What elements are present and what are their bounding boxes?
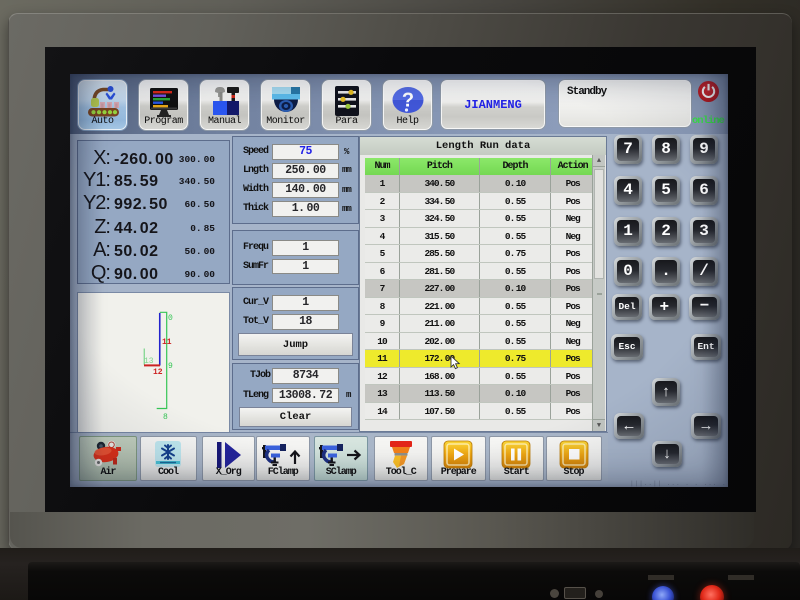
svg-text:0: 0 <box>168 314 173 323</box>
svg-text:12: 12 <box>153 368 163 377</box>
svg-text:8: 8 <box>163 413 168 422</box>
svg-text:11: 11 <box>162 338 172 347</box>
svg-text:13: 13 <box>144 357 154 366</box>
svg-text:?: ? <box>401 90 413 112</box>
svg-text:9: 9 <box>168 362 173 371</box>
